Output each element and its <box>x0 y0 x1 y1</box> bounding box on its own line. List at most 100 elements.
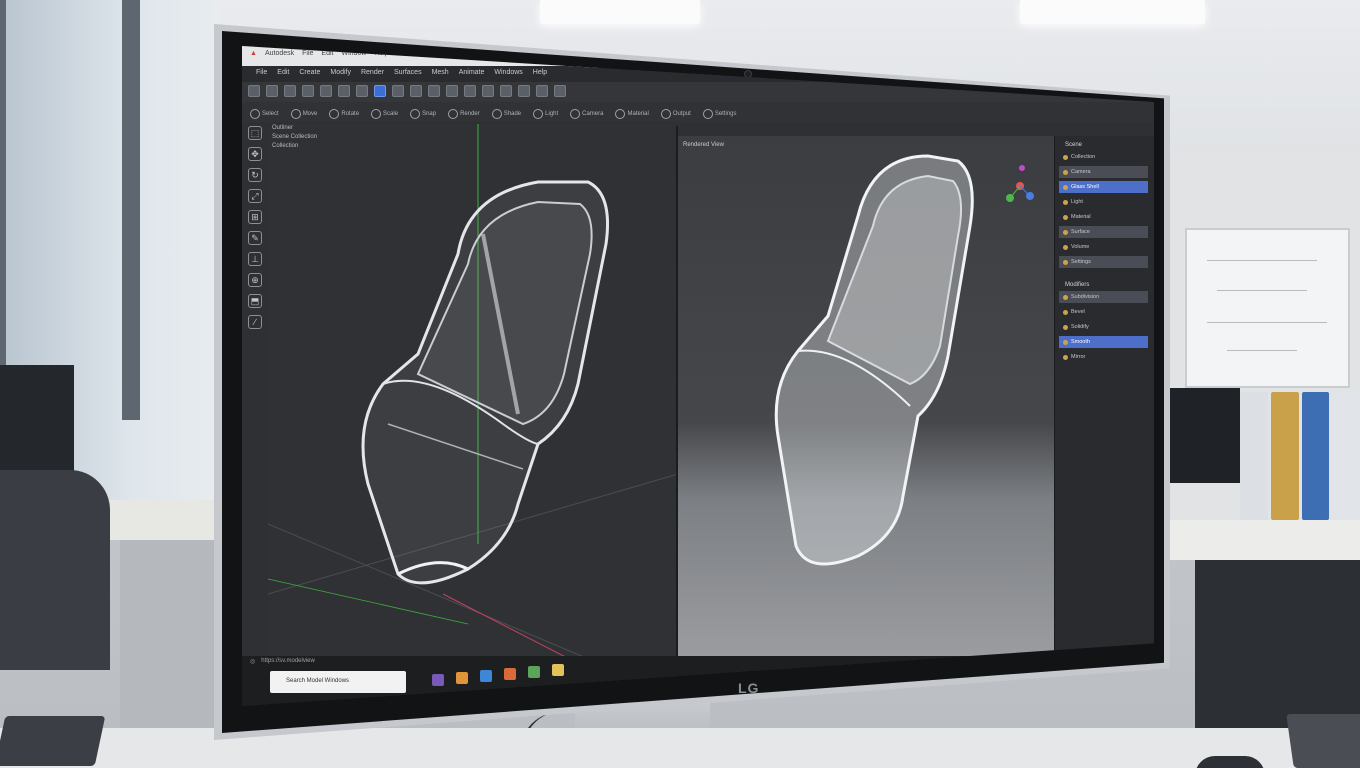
light-icon[interactable] <box>500 85 512 97</box>
app-icon[interactable] <box>504 668 516 680</box>
tool-select[interactable]: Select <box>250 105 287 122</box>
extrude-tool-icon[interactable]: ⬒ <box>248 294 262 308</box>
lasso-icon[interactable] <box>302 85 314 97</box>
prop-row-selected[interactable]: Glass Shell <box>1059 181 1148 193</box>
measure-icon[interactable] <box>536 85 548 97</box>
viewport-rendered[interactable] <box>678 136 1054 656</box>
mirror-icon[interactable] <box>392 85 404 97</box>
prop-row-selected[interactable]: Smooth <box>1059 336 1148 348</box>
prop-row[interactable]: Solidify <box>1059 321 1148 333</box>
tool-material[interactable]: Material <box>615 105 656 122</box>
prop-row[interactable]: Mirror <box>1059 351 1148 363</box>
camera-icon[interactable] <box>482 85 494 97</box>
knife-tool-icon[interactable]: ∕ <box>248 315 262 329</box>
menu-edit[interactable]: Edit <box>277 69 289 82</box>
keyboard <box>0 716 106 766</box>
prop-row[interactable]: Collection <box>1059 151 1148 163</box>
redo-icon[interactable] <box>266 85 278 97</box>
prop-row[interactable]: Settings <box>1059 256 1148 268</box>
cursor-tool-icon[interactable]: ⊕ <box>248 273 262 287</box>
menu-windows[interactable]: Windows <box>494 69 522 82</box>
select-tool-icon[interactable]: ⬚ <box>248 126 262 140</box>
rotate-tool-icon[interactable]: ↻ <box>248 168 262 182</box>
layers-icon[interactable] <box>428 85 440 97</box>
material-icon[interactable] <box>446 85 458 97</box>
menu-modify[interactable]: Modify <box>330 69 351 82</box>
app-icon[interactable] <box>456 672 468 684</box>
webcam-icon <box>744 70 752 78</box>
prop-row[interactable]: Bevel <box>1059 306 1148 318</box>
menu-render[interactable]: Render <box>361 69 384 82</box>
menu-animate[interactable]: Animate <box>459 69 485 82</box>
align-icon[interactable] <box>410 85 422 97</box>
prop-label: Material <box>1071 214 1091 220</box>
rotate-icon <box>329 108 340 119</box>
move-icon[interactable] <box>320 85 332 97</box>
measure-tool-icon[interactable]: ⊥ <box>248 252 262 266</box>
select-icon[interactable] <box>284 85 296 97</box>
prop-row[interactable]: Light <box>1059 196 1148 208</box>
taskbar-search-input[interactable]: Search Model Windows <box>270 671 406 693</box>
prop-label: Settings <box>1071 259 1091 265</box>
tool-label: Scale <box>383 110 399 117</box>
snap-icon[interactable] <box>374 85 386 97</box>
tool-label: Render <box>460 110 480 117</box>
mesh-icon <box>1063 184 1068 190</box>
tool-rotate[interactable]: Rotate <box>329 105 367 122</box>
viewport-wireframe[interactable] <box>267 124 679 685</box>
grid-icon[interactable] <box>518 85 530 97</box>
menu-mesh[interactable]: Mesh <box>432 69 449 82</box>
undo-icon[interactable] <box>248 85 260 97</box>
move-tool-icon[interactable]: ✥ <box>248 147 262 161</box>
rotate-icon[interactable] <box>338 85 350 97</box>
prop-row[interactable]: Material <box>1059 211 1148 223</box>
settings-icon <box>702 108 713 119</box>
menu-help[interactable]: Help <box>533 69 547 82</box>
ceiling-light <box>540 0 700 24</box>
tool-output[interactable]: Output <box>660 105 699 122</box>
properties-header: Scene <box>1065 142 1083 148</box>
navigation-gizmo-icon[interactable] <box>1000 156 1040 216</box>
tool-light[interactable]: Light <box>533 105 566 122</box>
modifier-icon <box>1063 294 1068 300</box>
prop-row[interactable]: Subdivision <box>1059 291 1148 303</box>
light-icon <box>1063 199 1068 205</box>
outliner-line[interactable]: Collection <box>272 142 317 151</box>
modifier-icon <box>1063 339 1068 345</box>
prop-row[interactable]: Surface <box>1059 226 1148 238</box>
prop-row[interactable]: Camera <box>1059 166 1148 178</box>
prop-label: Solidify <box>1071 324 1089 330</box>
settings-icon <box>1063 259 1068 265</box>
transform-tool-icon[interactable]: ⊞ <box>248 210 262 224</box>
outliner-line[interactable]: Scene Collection <box>272 133 317 142</box>
app-icon[interactable] <box>432 674 444 686</box>
tool-settings[interactable]: Settings <box>702 105 745 122</box>
app-icon[interactable] <box>552 664 564 676</box>
app-icon[interactable] <box>480 670 492 682</box>
annotate-tool-icon[interactable]: ✎ <box>248 231 262 245</box>
menu-file[interactable]: File <box>256 69 267 82</box>
scale-tool-icon[interactable]: ⤢ <box>248 189 262 203</box>
scale-icon <box>371 108 382 119</box>
render-icon <box>448 108 459 119</box>
tool-label: Output <box>672 110 691 117</box>
menu-create[interactable]: Create <box>299 69 320 82</box>
prop-label: Volume <box>1071 244 1090 250</box>
prop-row[interactable]: Volume <box>1059 241 1148 253</box>
tool-snap[interactable]: Snap <box>410 105 444 122</box>
tool-move[interactable]: Move <box>290 105 326 122</box>
status-text: https://sv.modelview <box>261 658 315 664</box>
scale-icon[interactable] <box>356 85 368 97</box>
tool-label: Rotate <box>341 110 360 117</box>
menu-surfaces[interactable]: Surfaces <box>394 69 422 82</box>
tool-camera[interactable]: Camera <box>570 105 611 122</box>
tool-scale[interactable]: Scale <box>371 105 406 122</box>
outliner-line: Outliner <box>272 125 294 131</box>
tool-shade[interactable]: Shade <box>491 105 529 122</box>
app-icon[interactable] <box>528 666 540 678</box>
render-icon[interactable] <box>464 85 476 97</box>
rendered-model <box>774 154 974 566</box>
tool-render[interactable]: Render <box>448 105 488 122</box>
tool-label: Light <box>545 110 559 117</box>
settings-icon[interactable] <box>554 85 566 97</box>
